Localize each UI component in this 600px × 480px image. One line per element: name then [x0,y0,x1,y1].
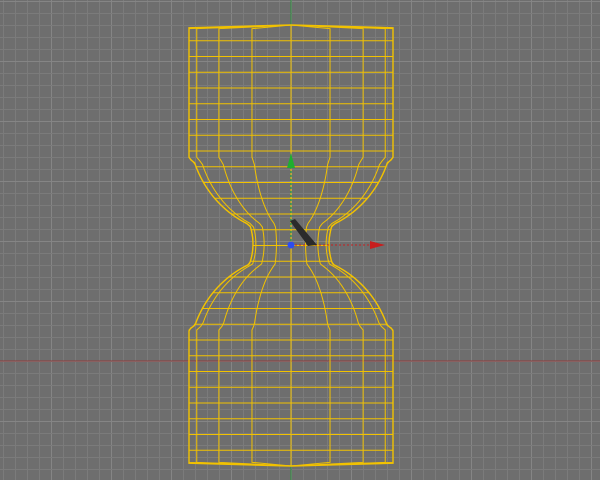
gizmo-pivot-icon[interactable] [287,241,295,249]
gizmo-y-arrow-icon[interactable] [287,153,295,168]
scene-canvas[interactable] [0,0,600,480]
gizmo-x-arrow-icon[interactable] [370,241,385,249]
move-gizmo[interactable] [287,153,385,249]
viewport-3d[interactable] [0,0,600,480]
